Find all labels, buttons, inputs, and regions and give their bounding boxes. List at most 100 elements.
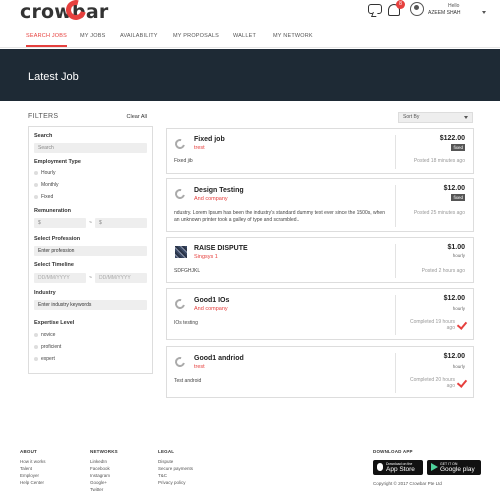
range-separator: ~ bbox=[89, 220, 92, 226]
footer-link[interactable]: Google+ bbox=[90, 480, 107, 485]
user-name[interactable]: AZEEM SHAH bbox=[428, 10, 461, 16]
radio-icon[interactable] bbox=[34, 182, 38, 187]
company-logo-icon bbox=[173, 137, 187, 151]
copyright-text: Copyright © 2017 Crowbar Pte Ltd bbox=[373, 481, 442, 486]
option-label: proficient bbox=[41, 344, 62, 350]
job-price: $122.00 bbox=[439, 135, 465, 142]
clear-all-link[interactable]: Clear All bbox=[127, 114, 147, 120]
expertise-option-expert[interactable]: expert bbox=[34, 356, 55, 362]
footer-link[interactable]: Instagram bbox=[90, 473, 110, 478]
industry-input[interactable]: Enter industry keywords bbox=[34, 300, 147, 310]
tab-my-proposals[interactable]: MY PROPOSALS bbox=[173, 28, 219, 47]
avatar[interactable] bbox=[410, 2, 424, 16]
job-card[interactable]: RAISE DISPUTE Singsys 1 SDFGHJKL $1.00 h… bbox=[166, 237, 474, 283]
radio-icon[interactable] bbox=[34, 194, 38, 199]
job-card[interactable]: Good1 IOs And company IOs testing $12.00… bbox=[166, 288, 474, 340]
job-type-label: hourly bbox=[452, 306, 465, 311]
employment-option-fixed[interactable]: Fixed bbox=[34, 194, 53, 200]
company-logo-image bbox=[175, 246, 187, 258]
filters-title: FILTERS bbox=[28, 113, 59, 120]
job-price: $12.00 bbox=[443, 185, 465, 192]
notification-badge: 8 bbox=[396, 0, 405, 9]
industry-label: Industry bbox=[34, 290, 56, 296]
profession-input[interactable]: Enter profession bbox=[34, 246, 147, 256]
footer-networks-title: NETWORKS bbox=[90, 449, 118, 454]
job-description: SDFGHJKL bbox=[174, 268, 201, 274]
card-divider bbox=[395, 244, 396, 278]
footer-link[interactable]: LinkedIn bbox=[90, 459, 107, 464]
job-title[interactable]: Good1 IOs bbox=[194, 297, 229, 304]
footer-link[interactable]: T&C bbox=[158, 473, 167, 478]
company-logo-icon bbox=[173, 187, 187, 201]
date-from-input[interactable]: DD/MM/YYYY bbox=[34, 273, 86, 283]
user-greeting: Hello bbox=[448, 3, 460, 9]
footer-link[interactable]: Help Center bbox=[20, 480, 44, 485]
main-nav: SEARCH JOBS MY JOBS AVAILABILITY MY PROP… bbox=[0, 28, 500, 48]
footer-link[interactable]: Secure payments bbox=[158, 466, 193, 471]
search-label: Search bbox=[34, 133, 53, 139]
page-banner: Latest Job bbox=[0, 49, 500, 101]
footer-link[interactable]: Privacy policy bbox=[158, 480, 186, 485]
job-card[interactable]: Design Testing And company ndustry. Lore… bbox=[166, 178, 474, 232]
footer-link[interactable]: Facebook bbox=[90, 466, 110, 471]
expertise-option-proficient[interactable]: proficient bbox=[34, 344, 61, 350]
filters-header: FILTERS Clear All bbox=[28, 112, 153, 124]
footer-legal-title: LEGAL bbox=[158, 449, 175, 454]
google-play-button[interactable]: GET IT ON Google play bbox=[427, 460, 481, 475]
company-logo-icon bbox=[173, 297, 187, 311]
job-company: trest bbox=[194, 145, 205, 151]
radio-icon[interactable] bbox=[34, 356, 38, 361]
chat-icon[interactable] bbox=[368, 4, 382, 14]
brand-logo[interactable]: crowbar bbox=[20, 1, 108, 23]
job-title[interactable]: Fixed job bbox=[194, 136, 225, 143]
radio-icon[interactable] bbox=[34, 170, 38, 175]
completed-check-icon bbox=[456, 319, 468, 330]
job-title[interactable]: Design Testing bbox=[194, 187, 244, 194]
radio-icon[interactable] bbox=[34, 344, 38, 349]
filters-panel: FILTERS Clear All Search Search Employme… bbox=[28, 112, 153, 374]
job-title[interactable]: RAISE DISPUTE bbox=[194, 245, 248, 252]
chevron-down-icon[interactable] bbox=[482, 11, 486, 14]
footer-link[interactable]: How it works bbox=[20, 459, 46, 464]
remuneration-max-input[interactable]: $ bbox=[95, 218, 147, 228]
date-to-input[interactable]: DD/MM/YYYY bbox=[95, 273, 147, 283]
job-card[interactable]: Fixed job trest Fixed jib $122.00 fixed … bbox=[166, 128, 474, 174]
job-title[interactable]: Good1 andriod bbox=[194, 355, 244, 362]
employment-option-monthly[interactable]: Monthly bbox=[34, 182, 59, 188]
sort-by-label: Sort By bbox=[403, 114, 420, 120]
profession-label: Select Profession bbox=[34, 236, 81, 242]
footer-link[interactable]: Talent bbox=[20, 466, 32, 471]
footer-link[interactable]: Dispute bbox=[158, 459, 173, 464]
job-status: Completed 19 hours ago bbox=[409, 319, 455, 331]
option-label: Monthly bbox=[41, 182, 59, 188]
remuneration-label: Remuneration bbox=[34, 208, 71, 214]
tab-wallet[interactable]: WALLET bbox=[233, 28, 256, 47]
job-type-label: hourly bbox=[452, 364, 465, 369]
remuneration-min-input[interactable]: $ bbox=[34, 218, 86, 228]
footer: ABOUT How it works Talent Employer Help … bbox=[0, 445, 500, 500]
job-card[interactable]: Good1 andriod trest Test android $12.00 … bbox=[166, 346, 474, 398]
apple-icon bbox=[377, 463, 383, 471]
sort-by-select[interactable]: Sort By bbox=[398, 112, 473, 123]
tab-search-jobs[interactable]: SEARCH JOBS bbox=[26, 28, 68, 47]
search-input[interactable]: Search bbox=[34, 143, 147, 153]
option-label: expert bbox=[41, 356, 55, 362]
app-store-button[interactable]: Download on the App Store bbox=[373, 460, 423, 475]
footer-link[interactable]: Employer bbox=[20, 473, 39, 478]
employment-option-hourly[interactable]: Hourly bbox=[34, 170, 55, 176]
job-type-badge: fixed bbox=[451, 144, 465, 151]
radio-icon[interactable] bbox=[34, 332, 38, 337]
job-company: And company bbox=[194, 196, 228, 202]
top-bar: crowbar 8 Hello AZEEM SHAH bbox=[0, 0, 500, 28]
expertise-option-novice[interactable]: novice bbox=[34, 332, 55, 338]
footer-download-title: DOWNLOAD APP bbox=[373, 449, 413, 454]
card-divider bbox=[395, 135, 396, 169]
option-label: Hourly bbox=[41, 170, 56, 176]
footer-link[interactable]: Twitter bbox=[90, 487, 103, 492]
tab-availability[interactable]: AVAILABILITY bbox=[120, 28, 158, 47]
tab-my-jobs[interactable]: MY JOBS bbox=[80, 28, 105, 47]
job-company: Singsys 1 bbox=[194, 254, 218, 260]
page-title: Latest Job bbox=[28, 71, 79, 83]
tab-my-network[interactable]: MY NETWORK bbox=[273, 28, 313, 47]
google-play-icon bbox=[431, 463, 438, 471]
